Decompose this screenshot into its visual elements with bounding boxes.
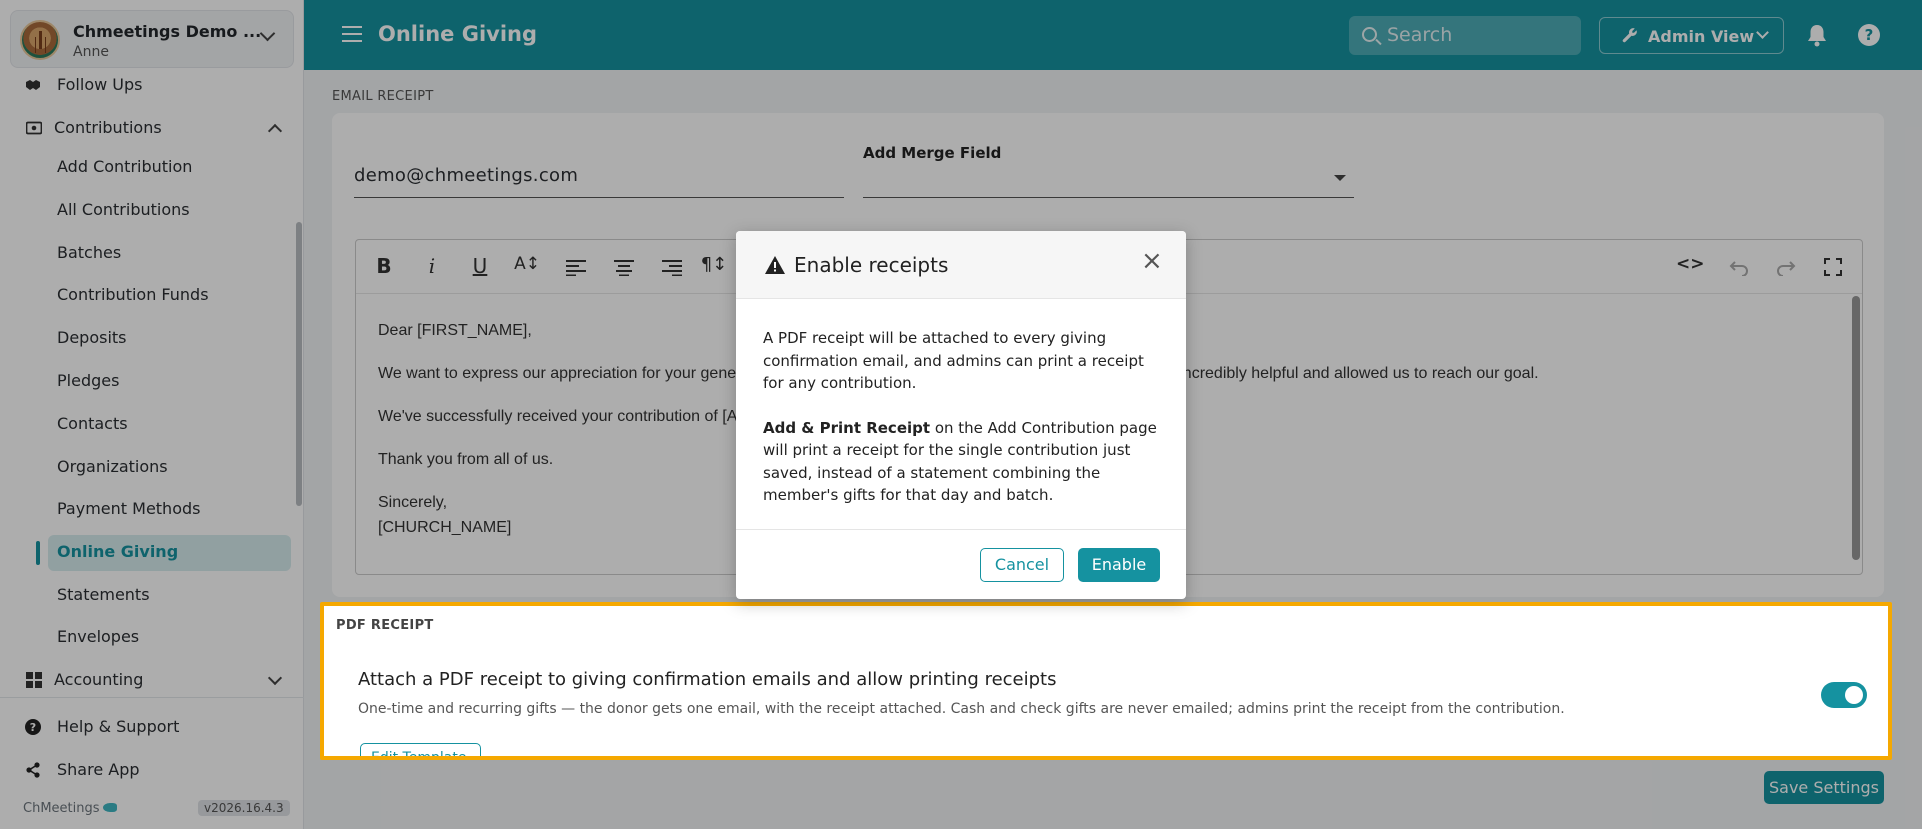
close-icon[interactable]: × xyxy=(1141,248,1163,274)
cancel-button[interactable]: Cancel xyxy=(980,548,1064,582)
pdf-receipt-section-label: PDF RECEIPT xyxy=(336,618,434,633)
dialog-bold-text: Add & Print Receipt xyxy=(763,418,931,437)
dialog-paragraph-2: Add & Print Receipt on the Add Contribut… xyxy=(763,417,1163,507)
edit-template-button[interactable]: Edit Template xyxy=(360,743,481,756)
enable-receipts-dialog: Enable receipts × A PDF receipt will be … xyxy=(736,231,1186,599)
dialog-paragraph-1: A PDF receipt will be attached to every … xyxy=(763,329,1144,392)
pdf-receipt-title: Attach a PDF receipt to giving confirmat… xyxy=(358,669,1057,690)
warning-icon xyxy=(765,256,785,274)
enable-button[interactable]: Enable xyxy=(1078,548,1160,582)
dialog-footer: Cancel Enable xyxy=(736,529,1186,599)
pdf-receipt-description: One-time and recurring gifts — the donor… xyxy=(358,701,1565,717)
dialog-body: A PDF receipt will be attached to every … xyxy=(763,327,1163,529)
pdf-receipt-card: PDF RECEIPT Attach a PDF receipt to givi… xyxy=(320,602,1892,760)
dialog-title: Enable receipts xyxy=(794,253,949,277)
pdf-receipt-toggle[interactable] xyxy=(1821,682,1867,708)
dialog-header: Enable receipts × xyxy=(736,231,1186,299)
